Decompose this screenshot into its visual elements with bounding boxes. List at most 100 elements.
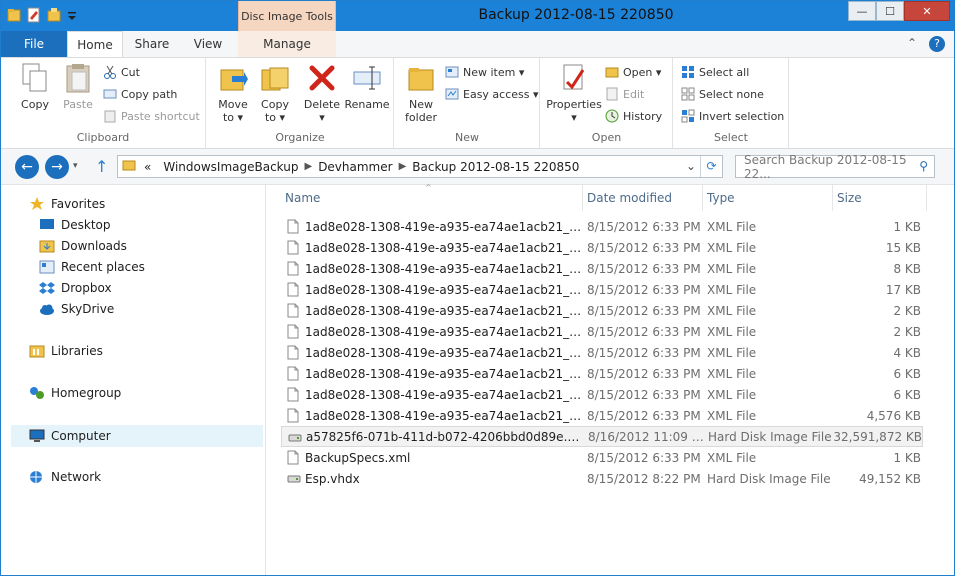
- copy-to-button[interactable]: Copy to ▾: [255, 62, 295, 124]
- nav-desktop[interactable]: Desktop: [39, 218, 111, 232]
- column-header-type[interactable]: Type: [703, 185, 833, 211]
- copy-button[interactable]: Copy: [17, 62, 53, 111]
- customize-qat-icon[interactable]: [67, 7, 81, 23]
- new-folder-icon[interactable]: [47, 7, 61, 23]
- invert-selection-icon: [681, 109, 695, 123]
- folder-icon: [122, 159, 136, 174]
- tab-file[interactable]: File: [1, 31, 67, 57]
- invert-selection-button[interactable]: Invert selection: [681, 109, 784, 123]
- delete-button[interactable]: Delete ▾: [302, 62, 342, 124]
- file-date: 8/15/2012 6:33 PM: [587, 450, 701, 465]
- minimize-button[interactable]: —: [848, 1, 876, 21]
- properties-label-2: ▾: [571, 111, 577, 124]
- table-row[interactable]: 1ad8e028-1308-419e-a935-ea74ae1acb21_Add…: [281, 216, 923, 237]
- nav-libraries[interactable]: Libraries: [29, 344, 103, 358]
- table-row[interactable]: 1ad8e028-1308-419e-a935-ea74ae1acb21_Wri…: [281, 279, 923, 300]
- breadcrumb-backup[interactable]: Backup 2012-08-15 220850: [412, 160, 579, 174]
- file-size: 1 KB: [893, 219, 921, 234]
- edit-button[interactable]: Edit: [605, 87, 644, 101]
- nav-homegroup[interactable]: Homegroup: [29, 386, 121, 400]
- search-input[interactable]: Search Backup 2012-08-15 22... ⚲: [735, 153, 935, 181]
- move-to-button[interactable]: Move to ▾: [213, 62, 253, 124]
- file-name: 1ad8e028-1308-419e-a935-ea74ae1acb21_Wri…: [305, 387, 585, 402]
- new-item-button[interactable]: New item ▾: [445, 65, 524, 79]
- table-row[interactable]: 1ad8e028-1308-419e-a935-ea74ae1acb21_Wri…: [281, 300, 923, 321]
- nav-downloads[interactable]: Downloads: [39, 239, 127, 253]
- file-list: ^ Name Date modified Type Size 1ad8e028-…: [267, 183, 954, 575]
- history-button[interactable]: History: [605, 109, 662, 123]
- properties-button[interactable]: Properties ▾: [545, 62, 603, 124]
- rename-button[interactable]: Rename: [344, 62, 390, 111]
- close-button[interactable]: ✕: [904, 1, 950, 21]
- nav-favorites[interactable]: Favorites: [29, 197, 105, 211]
- table-row[interactable]: 1ad8e028-1308-419e-a935-ea74ae1acb21_Wri…: [281, 321, 923, 342]
- refresh-icon[interactable]: ⟳: [700, 156, 722, 177]
- column-header-name[interactable]: Name: [281, 185, 583, 211]
- collapse-ribbon-icon[interactable]: ⌃: [907, 36, 917, 50]
- nav-skydrive[interactable]: SkyDrive: [39, 302, 114, 316]
- table-row[interactable]: 1ad8e028-1308-419e-a935-ea74ae1acb21_Wri…: [281, 363, 923, 384]
- table-row[interactable]: 1ad8e028-1308-419e-a935-ea74ae1acb21_Wri…: [281, 342, 923, 363]
- tab-share[interactable]: Share: [127, 31, 177, 57]
- breadcrumb-devhammer[interactable]: Devhammer: [318, 160, 392, 174]
- help-icon[interactable]: ?: [929, 36, 945, 52]
- nav-computer[interactable]: Computer: [11, 425, 263, 447]
- paste-shortcut-button[interactable]: Paste shortcut: [103, 109, 200, 123]
- file-date: 8/15/2012 6:33 PM: [587, 324, 701, 339]
- table-row[interactable]: a57825f6-071b-411d-b072-4206bbd0d89e.vhd…: [281, 426, 923, 447]
- tab-home[interactable]: Home: [67, 31, 123, 57]
- folder-icon[interactable]: [7, 7, 21, 23]
- open-label: Open ▾: [623, 65, 662, 79]
- table-row[interactable]: 1ad8e028-1308-419e-a935-ea74ae1acb21_Wri…: [281, 405, 923, 426]
- open-group: Properties ▾ Open ▾ Edit History Open: [541, 58, 673, 148]
- delete-label: Delete: [303, 98, 341, 111]
- breadcrumb-windowsimagebackup[interactable]: WindowsImageBackup: [163, 160, 298, 174]
- up-arrow-icon[interactable]: ↑: [95, 157, 108, 176]
- skydrive-cloud-icon: [39, 302, 55, 316]
- table-row[interactable]: Esp.vhdx 8/15/2012 8:22 PM Hard Disk Image…: [281, 468, 923, 489]
- table-row[interactable]: 1ad8e028-1308-419e-a935-ea74ae1acb21_Wri…: [281, 384, 923, 405]
- close-icon: ✕: [922, 4, 932, 18]
- file-type: Hard Disk Image File: [708, 429, 832, 444]
- easy-access-button[interactable]: Easy access ▾: [445, 87, 539, 101]
- table-row[interactable]: BackupSpecs.xml 8/15/2012 6:33 PM XML File…: [281, 447, 923, 468]
- new-folder-label: New: [409, 98, 433, 111]
- nav-label: SkyDrive: [61, 302, 115, 316]
- chevron-down-icon[interactable]: ⌄: [686, 159, 696, 173]
- new-folder-button[interactable]: New folder: [401, 62, 441, 124]
- select-none-icon: [681, 87, 695, 101]
- column-header-size[interactable]: Size: [833, 185, 927, 211]
- select-all-button[interactable]: Select all: [681, 65, 749, 79]
- recent-locations-icon[interactable]: ▾: [73, 161, 78, 171]
- search-icon[interactable]: ⚲: [919, 159, 928, 173]
- cut-button[interactable]: Cut: [103, 65, 140, 79]
- chevron-right-icon[interactable]: ▶: [304, 161, 312, 172]
- tab-manage[interactable]: Manage: [238, 31, 336, 57]
- file-name: 1ad8e028-1308-419e-a935-ea74ae1acb21_Wri…: [305, 282, 585, 297]
- address-bar[interactable]: « WindowsImageBackup ▶ Devhammer ▶ Backu…: [117, 155, 723, 178]
- back-button[interactable]: ←: [15, 155, 39, 179]
- file-date: 8/15/2012 6:33 PM: [587, 345, 701, 360]
- chevron-right-icon[interactable]: ▶: [399, 161, 407, 172]
- nav-network[interactable]: Network: [29, 470, 101, 484]
- column-header-date[interactable]: Date modified: [583, 185, 703, 211]
- select-all-label: Select all: [699, 65, 750, 79]
- select-group: Select all Select none Invert selection …: [674, 58, 789, 148]
- nav-recent-places[interactable]: Recent places: [39, 260, 145, 274]
- open-button[interactable]: Open ▾: [605, 65, 661, 79]
- nav-dropbox[interactable]: Dropbox: [39, 281, 112, 295]
- new-folder-label-2: folder: [405, 111, 437, 124]
- file-name: Esp.vhdx: [305, 471, 360, 486]
- table-row[interactable]: 1ad8e028-1308-419e-a935-ea74ae1acb21_Reg…: [281, 258, 923, 279]
- tab-view[interactable]: View: [183, 31, 233, 57]
- select-none-button[interactable]: Select none: [681, 87, 764, 101]
- rename-icon: [353, 66, 381, 90]
- properties-icon[interactable]: [27, 7, 41, 23]
- copy-path-button[interactable]: Copy path: [103, 87, 177, 101]
- edit-label: Edit: [623, 87, 645, 101]
- table-row[interactable]: 1ad8e028-1308-419e-a935-ea74ae1acb21_Com…: [281, 237, 923, 258]
- breadcrumb-overflow[interactable]: «: [144, 160, 151, 174]
- paste-button[interactable]: Paste: [59, 62, 97, 111]
- maximize-button[interactable]: ☐: [876, 1, 904, 21]
- forward-button[interactable]: →: [45, 155, 69, 179]
